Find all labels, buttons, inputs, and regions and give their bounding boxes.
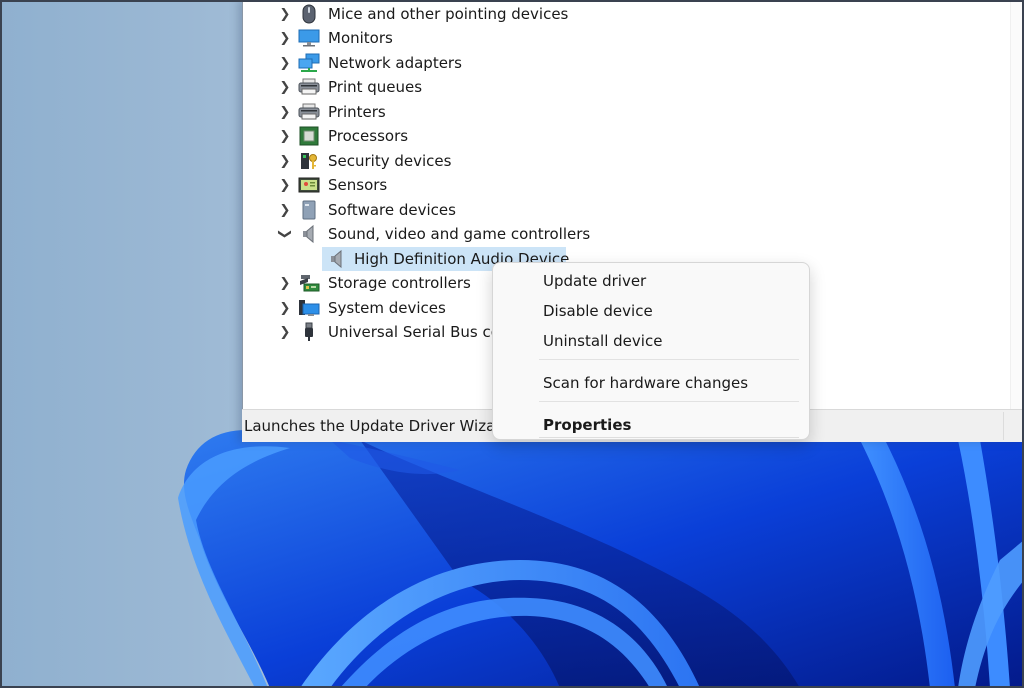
- software-device-icon: [298, 200, 320, 220]
- chevron-right-icon[interactable]: ❯: [278, 178, 292, 193]
- menu-item-disable-device[interactable]: Disable device: [543, 297, 799, 325]
- tree-item-label: Software devices: [328, 201, 456, 219]
- chevron-right-icon[interactable]: ❯: [278, 301, 292, 316]
- tree-item-label: Processors: [328, 127, 409, 145]
- menu-item-label: Scan for hardware changes: [543, 374, 749, 392]
- tree-item-label: Sensors: [328, 176, 388, 194]
- menu-item-label: Uninstall device: [543, 332, 663, 350]
- network-adapter-icon: [298, 53, 320, 73]
- processor-icon: [298, 126, 320, 146]
- chevron-right-icon[interactable]: ❯: [278, 56, 292, 71]
- usb-icon: [298, 322, 320, 342]
- tree-item-label: Storage controllers: [328, 274, 471, 292]
- sensor-icon: [298, 175, 320, 195]
- security-device-icon: [298, 151, 320, 171]
- context-menu: Update driver Disable device Uninstall d…: [492, 262, 810, 440]
- status-bar-divider: [1003, 412, 1004, 440]
- tree-item-label: Security devices: [328, 152, 452, 170]
- speaker-icon: [298, 224, 320, 244]
- tree-item-label: Mice and other pointing devices: [328, 5, 569, 23]
- chevron-right-icon[interactable]: ❯: [278, 203, 292, 218]
- speaker-icon: [326, 249, 348, 269]
- chevron-right-icon[interactable]: ❯: [278, 154, 292, 169]
- tree-item-label: Print queues: [328, 78, 423, 96]
- menu-item-label: Update driver: [543, 272, 647, 290]
- chevron-right-icon[interactable]: ❯: [278, 276, 292, 291]
- chevron-right-icon[interactable]: ❯: [278, 7, 292, 22]
- tree-item-label: Monitors: [328, 29, 393, 47]
- menu-item-uninstall-device[interactable]: Uninstall device: [543, 327, 799, 355]
- chevron-right-icon[interactable]: ❯: [278, 105, 292, 120]
- tree-item-label: Network adapters: [328, 54, 462, 72]
- menu-item-label: Properties: [543, 416, 632, 434]
- menu-item-scan-for-hardware-changes[interactable]: Scan for hardware changes: [543, 369, 799, 397]
- chevron-down-icon[interactable]: ❯: [278, 227, 293, 241]
- menu-item-update-driver[interactable]: Update driver: [543, 267, 799, 295]
- print-queue-icon: [298, 77, 320, 97]
- printer-icon: [298, 102, 320, 122]
- menu-separator: [539, 359, 799, 360]
- tree-item-label: Sound, video and game controllers: [328, 225, 591, 243]
- menu-bottom-edge: [539, 437, 799, 438]
- menu-item-label: Disable device: [543, 302, 653, 320]
- menu-item-properties[interactable]: Properties: [543, 411, 799, 439]
- chevron-right-icon[interactable]: ❯: [278, 31, 292, 46]
- vertical-scrollbar[interactable]: [1010, 0, 1024, 410]
- system-device-icon: [298, 298, 320, 318]
- monitor-icon: [298, 28, 320, 48]
- chevron-right-icon[interactable]: ❯: [278, 129, 292, 144]
- tree-item-label: Printers: [328, 103, 386, 121]
- chevron-right-icon[interactable]: ❯: [278, 80, 292, 95]
- menu-separator: [539, 401, 799, 402]
- chevron-right-icon[interactable]: ❯: [278, 325, 292, 340]
- storage-controller-icon: [298, 273, 320, 293]
- tree-item-label: System devices: [328, 299, 446, 317]
- mouse-icon: [298, 4, 320, 24]
